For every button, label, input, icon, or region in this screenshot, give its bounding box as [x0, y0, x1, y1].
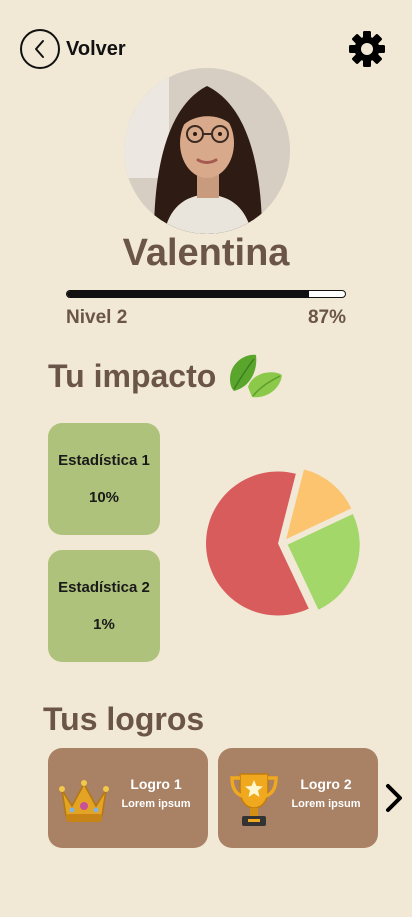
achievement-title: Logro 1 [130, 776, 182, 792]
level-label: Nivel 2 [66, 307, 128, 328]
stat-value: 10% [88, 489, 120, 506]
stat-card-2: Estadística 2 1% [48, 550, 160, 662]
achievement-card-2[interactable]: Logro 2 Lorem ipsum [218, 748, 378, 848]
impact-title: Tu impacto [48, 358, 217, 394]
achievement-title: Logro 2 [300, 776, 352, 792]
gear-icon[interactable] [347, 29, 387, 69]
achievements-title: Tus logros [43, 701, 205, 737]
level-progress-fill [67, 291, 309, 297]
back-label: Volver [66, 37, 126, 60]
chevron-left-icon[interactable] [20, 29, 60, 69]
achievement-subtitle: Lorem ipsum [291, 798, 361, 810]
avatar [124, 68, 290, 234]
leaf-icon [226, 351, 284, 401]
progress-percent: 87% [307, 307, 346, 328]
back-button[interactable]: Volver [20, 27, 126, 71]
chevron-right-icon[interactable] [380, 780, 408, 816]
achievement-card-1[interactable]: Logro 1 Lorem ipsum [48, 748, 208, 848]
stat-label: Estadística 2 [58, 579, 150, 596]
stat-card-1: Estadística 1 10% [48, 423, 160, 535]
achievement-subtitle: Lorem ipsum [121, 798, 191, 810]
stat-value: 1% [93, 616, 115, 633]
crown-icon [58, 770, 110, 828]
stat-label: Estadística 1 [58, 452, 150, 469]
impact-pie-chart [206, 469, 360, 616]
level-progress-bar [66, 290, 346, 298]
user-name: Valentina [122, 232, 290, 274]
trophy-icon [228, 770, 280, 828]
